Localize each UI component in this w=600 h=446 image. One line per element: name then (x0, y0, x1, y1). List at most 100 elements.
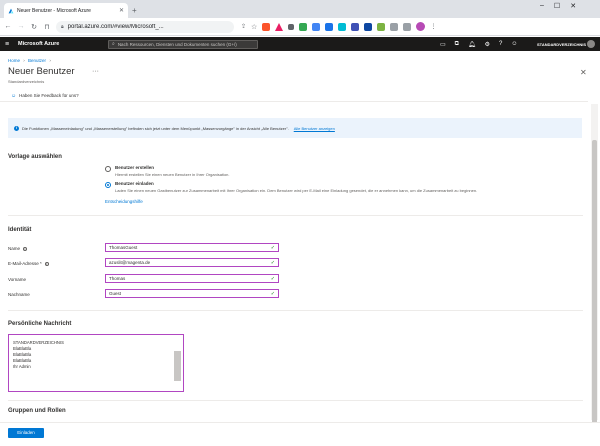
url-field[interactable]: 🔒︎ portal.azure.com/#view/Microsoft_... (56, 20, 234, 33)
section-divider (8, 215, 583, 216)
last-name-label: Nachname (8, 292, 30, 297)
extension-4-icon[interactable] (325, 22, 334, 31)
info-icon[interactable]: i (23, 246, 28, 251)
close-icon[interactable]: ✕ (580, 68, 587, 77)
extension-2-icon[interactable] (299, 22, 308, 31)
extension-5-icon[interactable] (338, 22, 347, 31)
scrollbar-thumb[interactable] (592, 140, 597, 430)
browser-tab[interactable]: Neuer Benutzer - Microsoft Azure ✕ (4, 3, 128, 18)
all-users-link[interactable]: Alle Benutzer anzeigen (294, 126, 335, 131)
info-icon[interactable]: i (44, 261, 49, 266)
checkmark-icon: ✓ (270, 244, 275, 251)
bookmark-tab-icon[interactable]: ⊓ (43, 23, 51, 31)
forward-icon[interactable]: → (17, 23, 25, 30)
extension-1-icon[interactable] (288, 23, 295, 30)
first-name-field[interactable]: Thomas ✓ (105, 274, 279, 283)
radio-create-user[interactable] (105, 166, 111, 172)
command-bar: ☺ Haben Sie Feedback für uns? (0, 90, 588, 102)
breadcrumb-separator-icon: › (49, 58, 51, 63)
groups-heading: Gruppen und Rollen (8, 408, 66, 414)
breadcrumb-separator-icon: › (23, 58, 25, 63)
decision-help-link[interactable]: Entscheidungshilfe (105, 199, 143, 204)
checkmark-icon: ✓ (270, 275, 275, 282)
lock-icon: 🔒︎ (61, 23, 64, 30)
name-field[interactable]: ThomasGuest ✓ (105, 243, 279, 252)
last-name-value: Guest (109, 291, 122, 296)
tab-title: Neuer Benutzer - Microsoft Azure (17, 7, 91, 14)
name-label-text: Name (8, 246, 21, 251)
profile-avatar[interactable] (416, 22, 426, 31)
azure-top-bar: ≡ Microsoft Azure ⌕ Nach Ressourcen, Die… (0, 37, 600, 51)
notifications-icon[interactable]: 🔔︎ (468, 41, 476, 48)
cloud-shell-icon[interactable]: ▭ (440, 41, 446, 48)
first-name-value: Thomas (109, 276, 126, 281)
page-subtitle: Standardverzeichnis (8, 79, 45, 84)
reload-icon[interactable]: ↻ (30, 23, 38, 31)
create-user-label[interactable]: Benutzer erstellen (115, 165, 154, 170)
extension-8-icon[interactable] (377, 22, 386, 31)
email-value: azuslit@magenta.de (109, 260, 151, 265)
directory-label[interactable]: STANDARDVERZEICHNIS (537, 42, 586, 47)
email-label: E-Mail-Adresse * i (8, 261, 49, 266)
browser-tab-strip: Neuer Benutzer - Microsoft Azure ✕ + – ☐… (0, 0, 600, 18)
invite-user-label[interactable]: Benutzer einladen (115, 181, 154, 186)
feedback-button[interactable]: Haben Sie Feedback für uns? (19, 93, 79, 98)
last-name-field[interactable]: Guest ✓ (105, 289, 279, 298)
feedback-icon[interactable]: ☺ (511, 41, 517, 47)
identity-heading: Identität (8, 227, 32, 233)
extension-6-icon[interactable] (351, 22, 360, 31)
address-bar: ← → ↻ ⊓ 🔒︎ portal.azure.com/#view/Micros… (0, 18, 600, 36)
azure-top-icons: ▭ ⧉ 🔔︎ ⚙ ? ☺ (440, 41, 517, 48)
minimize-icon[interactable]: – (540, 2, 544, 10)
breadcrumb: Home › Benutzer › (8, 58, 53, 63)
menu-icon[interactable]: ⋮ (430, 23, 436, 30)
star-icon[interactable]: ☆ (251, 23, 257, 31)
extension-icons: ⇪ ☆ ⋮ (241, 22, 436, 31)
back-icon[interactable]: ← (4, 23, 12, 30)
info-banner: i Die Funktionen „Masseneinladung" und „… (8, 118, 582, 138)
more-options-icon[interactable]: ··· (92, 68, 99, 75)
maximize-icon[interactable]: ☐ (554, 2, 560, 10)
message-line: Ihr Admin (13, 364, 31, 369)
share-icon[interactable]: ⇪ (241, 23, 246, 30)
breadcrumb-users[interactable]: Benutzer (28, 58, 46, 63)
sidebar-icon[interactable] (403, 22, 412, 31)
invite-button[interactable]: Einladen (8, 428, 44, 438)
url-text: portal.azure.com/#view/Microsoft_... (67, 23, 164, 30)
last-name-label-text: Nachname (8, 292, 30, 297)
checkmark-icon: ✓ (270, 259, 275, 266)
directory-filter-icon[interactable]: ⧉ (455, 41, 459, 48)
footer-bar (0, 422, 600, 446)
feedback-person-icon: ☺ (11, 92, 17, 99)
triangle-extension-icon[interactable] (275, 22, 284, 31)
create-user-description: Hiermit erstellen Sie einen neuen Benutz… (115, 172, 230, 177)
breadcrumb-home[interactable]: Home (8, 58, 20, 63)
close-tab-icon[interactable]: ✕ (119, 7, 124, 14)
help-icon[interactable]: ? (499, 41, 502, 47)
radio-invite-user[interactable] (105, 182, 111, 188)
search-input[interactable]: ⌕ Nach Ressourcen, Diensten und Dokument… (108, 39, 258, 49)
puzzle-icon[interactable] (390, 22, 399, 31)
brave-shield-icon[interactable] (262, 22, 271, 31)
settings-icon[interactable]: ⚙ (485, 41, 490, 48)
personal-message-textarea[interactable]: STANDARDVERZEICHNIS BlaBlaBla BlaBlaBla … (8, 334, 184, 392)
azure-favicon-icon (8, 8, 14, 14)
name-value: ThomasGuest (109, 245, 138, 250)
extension-3-icon[interactable] (312, 22, 321, 31)
email-label-text: E-Mail-Adresse * (8, 261, 42, 266)
search-icon: ⌕ (112, 41, 115, 47)
message-scrollbar[interactable] (174, 351, 181, 381)
name-label: Name i (8, 246, 28, 251)
user-avatar[interactable] (587, 40, 595, 48)
checkmark-icon: ✓ (270, 290, 275, 297)
window-controls: – ☐ ✕ (540, 2, 576, 10)
extension-7-icon[interactable] (364, 22, 373, 31)
page-title: Neuer Benutzer (8, 66, 75, 77)
azure-brand[interactable]: Microsoft Azure (18, 41, 108, 47)
section-divider (8, 310, 583, 311)
new-tab-icon[interactable]: + (132, 6, 137, 15)
banner-text: Die Funktionen „Masseneinladung" und „Ma… (22, 125, 289, 131)
hamburger-icon[interactable]: ≡ (0, 41, 14, 48)
close-window-icon[interactable]: ✕ (570, 2, 576, 10)
email-field[interactable]: azuslit@magenta.de ✓ (105, 258, 279, 267)
